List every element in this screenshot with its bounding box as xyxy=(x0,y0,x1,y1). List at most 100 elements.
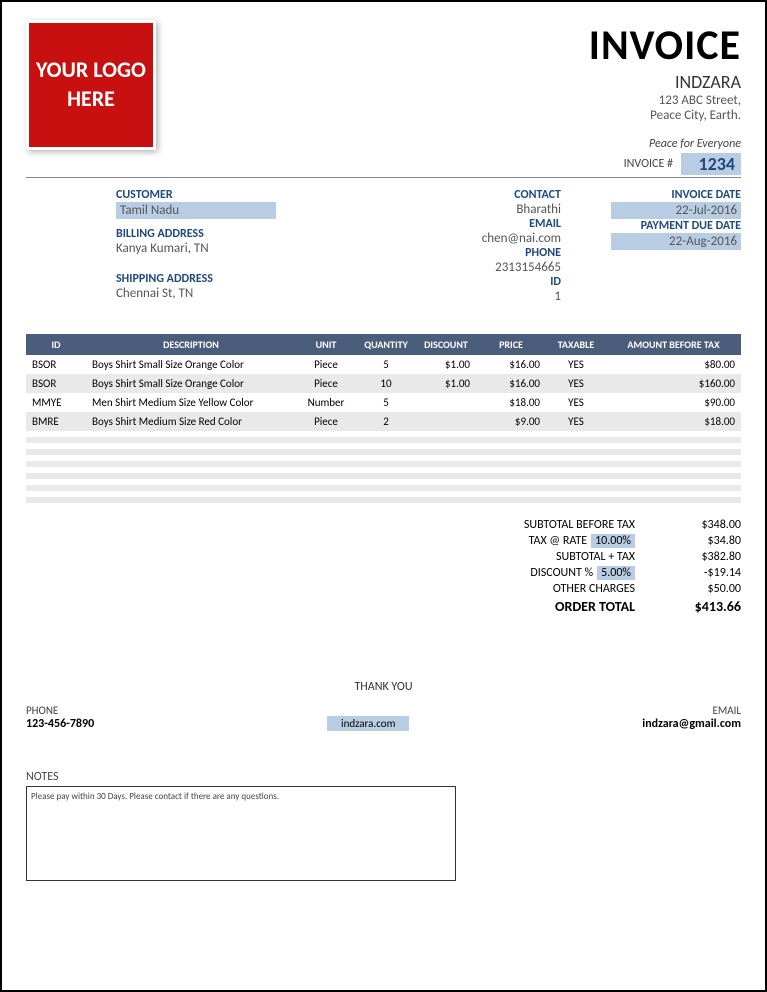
thank-you: THANK YOU xyxy=(26,680,741,694)
footer: PHONE 123-456-7890 indzara.com EMAIL ind… xyxy=(26,704,741,731)
table-cell: Boys Shirt Small Size Orange Color xyxy=(86,374,296,393)
discount-rate: 5.00% xyxy=(597,566,635,580)
table-cell xyxy=(416,393,476,412)
table-cell: $16.00 xyxy=(476,355,546,374)
table-cell xyxy=(476,503,546,509)
table-cell: BMRE xyxy=(26,412,86,431)
table-cell: 10 xyxy=(356,374,416,393)
table-cell: YES xyxy=(546,355,606,374)
table-cell: $80.00 xyxy=(606,355,741,374)
tax-value: $34.80 xyxy=(641,534,741,548)
info-block: CUSTOMER Tamil Nadu BILLING ADDRESS Kany… xyxy=(26,188,741,304)
subtax-label: SUBTOTAL + TAX xyxy=(441,550,641,564)
col-amt: AMOUNT BEFORE TAX xyxy=(606,334,741,355)
table-cell: $16.00 xyxy=(476,374,546,393)
shipping-label: SHIPPING ADDRESS xyxy=(116,272,381,286)
table-cell xyxy=(416,412,476,431)
contact-id: 1 xyxy=(381,289,561,304)
table-cell: $160.00 xyxy=(606,374,741,393)
footer-phone-label: PHONE xyxy=(26,704,94,717)
company-tagline: Peace for Everyone xyxy=(589,137,741,151)
tax-rate: 10.00% xyxy=(591,534,635,548)
total-value: $413.66 xyxy=(641,598,741,615)
table-cell: $18.00 xyxy=(606,412,741,431)
contact-phone: 2313154665 xyxy=(381,260,561,275)
footer-email-label: EMAIL xyxy=(642,704,741,717)
table-cell xyxy=(86,503,296,509)
table-cell: Piece xyxy=(296,412,356,431)
table-cell: MMYE xyxy=(26,393,86,412)
footer-phone: 123-456-7890 xyxy=(26,717,94,731)
discount-label: DISCOUNT % xyxy=(530,566,593,580)
invoice-number-label: INVOICE # xyxy=(624,157,673,171)
table-cell xyxy=(26,503,86,509)
table-cell: YES xyxy=(546,412,606,431)
other-value: $50.00 xyxy=(641,582,741,596)
total-label: ORDER TOTAL xyxy=(441,598,641,615)
contact-block: CONTACT Bharathi EMAIL chen@nai.com PHON… xyxy=(381,188,561,304)
email-label: EMAIL xyxy=(381,217,561,231)
col-id: ID xyxy=(26,334,86,355)
footer-email: indzara@gmail.com xyxy=(642,717,741,731)
table-cell: $18.00 xyxy=(476,393,546,412)
notes-section: NOTES Please pay within 30 Days. Please … xyxy=(26,770,456,881)
col-unit: UNIT xyxy=(296,334,356,355)
table-row: BSORBoys Shirt Small Size Orange ColorPi… xyxy=(26,355,741,374)
company-addr1: 123 ABC Street, xyxy=(589,93,741,108)
table-cell: $9.00 xyxy=(476,412,546,431)
col-desc: DESCRIPTION xyxy=(86,334,296,355)
invoice-date: 22-Jul-2016 xyxy=(611,202,741,219)
due-date-label: PAYMENT DUE DATE xyxy=(561,219,741,233)
table-cell: YES xyxy=(546,393,606,412)
notes-label: NOTES xyxy=(26,770,456,784)
table-row: BSORBoys Shirt Small Size Orange ColorPi… xyxy=(26,374,741,393)
table-cell xyxy=(296,503,356,509)
shipping-address: Chennai St, TN xyxy=(116,286,381,301)
table-cell xyxy=(416,503,476,509)
table-row: BMREBoys Shirt Medium Size Red ColorPiec… xyxy=(26,412,741,431)
table-row: MMYEMen Shirt Medium Size Yellow ColorNu… xyxy=(26,393,741,412)
billing-label: BILLING ADDRESS xyxy=(116,227,381,241)
table-cell: Boys Shirt Medium Size Red Color xyxy=(86,412,296,431)
table-cell: Piece xyxy=(296,374,356,393)
invoice-date-label: INVOICE DATE xyxy=(561,188,741,202)
table-cell xyxy=(356,503,416,509)
billing-address: Kanya Kumari, TN xyxy=(116,241,381,256)
table-cell xyxy=(606,503,741,509)
table-cell: $90.00 xyxy=(606,393,741,412)
company-block: INVOICE INDZARA 123 ABC Street, Peace Ci… xyxy=(589,20,741,151)
table-cell: $1.00 xyxy=(416,374,476,393)
dates-block: INVOICE DATE 22-Jul-2016 PAYMENT DUE DAT… xyxy=(561,188,741,304)
discount-value: -$19.14 xyxy=(641,566,741,580)
subtotal-value: $348.00 xyxy=(641,518,741,532)
totals-block: SUBTOTAL BEFORE TAX $348.00 TAX @ RATE 10… xyxy=(26,517,741,616)
company-addr2: Peace City, Earth. xyxy=(589,108,741,123)
table-row xyxy=(26,503,741,509)
due-date: 22-Aug-2016 xyxy=(611,233,741,250)
footer-site: indzara.com xyxy=(327,716,409,731)
invoice-number: 1234 xyxy=(681,153,741,175)
notes-text: Please pay within 30 Days. Please contac… xyxy=(26,786,456,881)
subtax-value: $382.80 xyxy=(641,550,741,564)
customer-name: Tamil Nadu xyxy=(116,202,276,219)
subtotal-label: SUBTOTAL BEFORE TAX xyxy=(441,518,641,532)
invoice-page: YOUR LOGO HERE INVOICE INDZARA 123 ABC S… xyxy=(0,0,767,992)
logo-placeholder: YOUR LOGO HERE xyxy=(26,20,156,150)
table-cell: Boys Shirt Small Size Orange Color xyxy=(86,355,296,374)
invoice-title: INVOICE xyxy=(589,20,741,71)
table-cell: 5 xyxy=(356,355,416,374)
invoice-number-row: INVOICE # 1234 xyxy=(26,153,741,178)
tax-label: TAX @ RATE xyxy=(529,534,587,548)
table-cell: BSOR xyxy=(26,374,86,393)
line-items-table: ID DESCRIPTION UNIT QUANTITY DISCOUNT PR… xyxy=(26,334,741,509)
id-label: ID xyxy=(381,275,561,289)
customer-block: CUSTOMER Tamil Nadu BILLING ADDRESS Kany… xyxy=(26,188,381,304)
table-cell xyxy=(546,503,606,509)
table-header-row: ID DESCRIPTION UNIT QUANTITY DISCOUNT PR… xyxy=(26,334,741,355)
table-cell: Piece xyxy=(296,355,356,374)
table-cell: YES xyxy=(546,374,606,393)
table-cell: Number xyxy=(296,393,356,412)
col-tax: TAXABLE xyxy=(546,334,606,355)
contact-name: Bharathi xyxy=(381,202,561,217)
customer-label: CUSTOMER xyxy=(116,188,381,202)
